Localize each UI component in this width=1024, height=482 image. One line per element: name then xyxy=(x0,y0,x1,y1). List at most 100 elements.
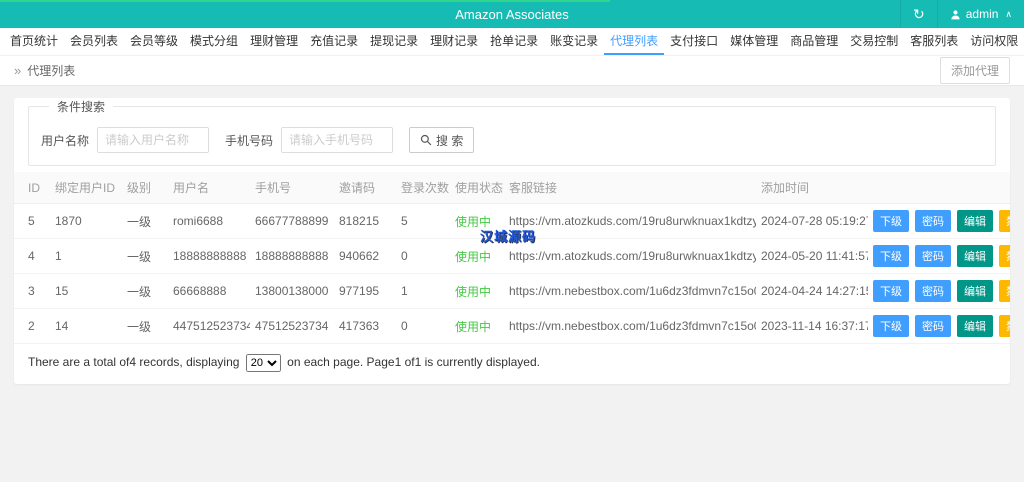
nav-item-10[interactable]: 代理列表 xyxy=(604,28,665,55)
column-header-0: ID xyxy=(14,172,50,204)
chevron-up-icon: ∧ xyxy=(1005,8,1012,19)
breadcrumb-bar: » 代理列表 添加代理 xyxy=(0,56,1024,86)
cell-login_count: 0 xyxy=(396,238,450,274)
cell-invite_code: 977195 xyxy=(334,273,396,309)
nav-item-5[interactable]: 充值记录 xyxy=(304,28,364,55)
cell-username: romi6688 xyxy=(168,203,250,239)
cell-link: https://vm.nebestbox.com/1u6dz3fdmvn7c15… xyxy=(504,308,756,344)
cell-status: 使用中 xyxy=(450,273,504,309)
nav-item-8[interactable]: 抢单记录 xyxy=(484,28,544,55)
username-field-label: 用户名称 xyxy=(41,133,90,148)
cell-username: 18888888888 xyxy=(168,238,250,274)
edit-button[interactable]: 编辑 xyxy=(957,280,993,302)
cell-bind_user_id: 1870 xyxy=(50,203,122,239)
table-row: 2 14 一级 447512523734 47512523734 417363 0 使用中 ht… xyxy=(14,308,1010,344)
agents-table: ID 绑定用户ID 级别 用户名 手机号 邀请码 登录次数 使用状态 客服链接 添加时间 5 187… xyxy=(14,172,1010,344)
column-header-1: 绑定用户ID xyxy=(50,172,122,204)
cell-phone: 47512523734 xyxy=(250,308,334,344)
user-icon xyxy=(950,9,961,20)
app-title: Amazon Associates xyxy=(455,6,569,22)
cell-invite_code: 818215 xyxy=(334,203,396,239)
edit-button[interactable]: 编辑 xyxy=(957,315,993,337)
cell-bind_user_id: 15 xyxy=(50,273,122,309)
search-button[interactable]: 搜 索 xyxy=(409,127,475,153)
search-button-label: 搜 索 xyxy=(436,133,464,148)
cell-level: 一级 xyxy=(122,203,168,239)
password-button[interactable]: 密码 xyxy=(915,210,951,232)
nav-item-11[interactable]: 支付接口 xyxy=(664,28,724,55)
actions-cell: 下级密码编辑禁用 xyxy=(868,308,1010,344)
edit-button[interactable]: 编辑 xyxy=(957,210,993,232)
nav-item-6[interactable]: 提现记录 xyxy=(364,28,424,55)
top-header: Amazon Associates ↻ admin ∧ xyxy=(0,0,1024,28)
cell-level: 一级 xyxy=(122,273,168,309)
cell-phone: 18888888888 xyxy=(250,238,334,274)
password-button[interactable]: 密码 xyxy=(915,245,951,267)
cell-link: https://vm.atozkuds.com/19ru8urwknuax1kd… xyxy=(504,238,756,274)
add-agent-button[interactable]: 添加代理 xyxy=(939,57,1010,84)
phone-field-group: 手机号码 xyxy=(225,127,394,153)
cell-status: 使用中 xyxy=(450,203,504,239)
page-size-select[interactable]: 20 xyxy=(245,354,281,372)
disable-button[interactable]: 禁用 xyxy=(999,210,1010,232)
column-header-10 xyxy=(868,172,1010,204)
username-label: admin xyxy=(965,7,999,21)
cell-id: 3 xyxy=(14,273,50,309)
subordinate-button[interactable]: 下级 xyxy=(873,245,909,267)
cell-login_count: 5 xyxy=(396,203,450,239)
disable-button[interactable]: 禁用 xyxy=(999,245,1010,267)
cell-invite_code: 940662 xyxy=(334,238,396,274)
disable-button[interactable]: 禁用 xyxy=(999,280,1010,302)
column-header-8: 客服链接 xyxy=(504,172,756,204)
cell-username: 66668888 xyxy=(168,273,250,309)
nav-item-4[interactable]: 理财管理 xyxy=(244,28,304,55)
progress-strip xyxy=(0,0,610,2)
cell-phone: 66677788899 xyxy=(250,203,334,239)
table-header-row: ID 绑定用户ID 级别 用户名 手机号 邀请码 登录次数 使用状态 客服链接 添加时间 xyxy=(14,172,1010,204)
pagination-bar: There are a total of4 records, displayin… xyxy=(14,344,1010,380)
nav-item-15[interactable]: 客服列表 xyxy=(904,28,964,55)
actions-cell: 下级密码编辑禁用 xyxy=(868,238,1010,274)
nav-item-0[interactable]: 首页统计 xyxy=(4,28,64,55)
breadcrumb: 代理列表 xyxy=(27,64,76,78)
subordinate-button[interactable]: 下级 xyxy=(873,210,909,232)
cell-id: 2 xyxy=(14,308,50,344)
cell-link: https://vm.atozkuds.com/19ru8urwknuax1kd… xyxy=(504,203,756,239)
phone-field-label: 手机号码 xyxy=(225,133,274,148)
refresh-button[interactable]: ↻ xyxy=(899,0,937,28)
username-input[interactable] xyxy=(97,127,210,153)
pagination-text-after: on each page. Page1 of1 is currently dis… xyxy=(287,355,540,370)
nav-item-14[interactable]: 交易控制 xyxy=(844,28,904,55)
cell-username: 447512523734 xyxy=(168,308,250,344)
search-panel: 条件搜索 用户名称 手机号码 搜 索 xyxy=(28,98,996,166)
nav-item-2[interactable]: 会员等级 xyxy=(124,28,184,55)
column-header-5: 邀请码 xyxy=(334,172,396,204)
disable-button[interactable]: 禁用 xyxy=(999,315,1010,337)
cell-link: https://vm.nebestbox.com/1u6dz3fdmvn7c15… xyxy=(504,273,756,309)
password-button[interactable]: 密码 xyxy=(915,315,951,337)
agent-list-card: 条件搜索 用户名称 手机号码 搜 索 ID绑定用户ID级别用户名手机号 xyxy=(14,98,1010,384)
cell-added: 2024-04-24 14:27:15 xyxy=(756,273,868,309)
table-row: 4 1 一级 18888888888 18888888888 940662 0 使用中 http… xyxy=(14,238,1010,274)
nav-item-9[interactable]: 账变记录 xyxy=(544,28,604,55)
user-menu-button[interactable]: admin ∧ xyxy=(936,0,1024,28)
nav-item-12[interactable]: 媒体管理 xyxy=(724,28,784,55)
cell-id: 5 xyxy=(14,203,50,239)
cell-level: 一级 xyxy=(122,238,168,274)
nav-item-1[interactable]: 会员列表 xyxy=(64,28,124,55)
table-row: 5 1870 一级 romi6688 66677788899 818215 5 使用中 http… xyxy=(14,203,1010,239)
refresh-icon: ↻ xyxy=(912,6,925,22)
password-button[interactable]: 密码 xyxy=(915,280,951,302)
cell-bind_user_id: 14 xyxy=(50,308,122,344)
column-header-3: 用户名 xyxy=(168,172,250,204)
nav-item-7[interactable]: 理财记录 xyxy=(424,28,484,55)
nav-item-3[interactable]: 模式分组 xyxy=(184,28,244,55)
edit-button[interactable]: 编辑 xyxy=(957,245,993,267)
breadcrumb-arrow-icon: » xyxy=(14,63,22,78)
nav-item-13[interactable]: 商品管理 xyxy=(784,28,844,55)
subordinate-button[interactable]: 下级 xyxy=(873,280,909,302)
main-nav: 首页统计 会员列表 会员等级 模式分组 理财管理 充值记录 提现记录 理财记录 抢单记录 账变记录… xyxy=(0,28,1024,56)
nav-item-16[interactable]: 访问权限 xyxy=(964,28,1024,55)
phone-input[interactable] xyxy=(281,127,394,153)
subordinate-button[interactable]: 下级 xyxy=(873,315,909,337)
